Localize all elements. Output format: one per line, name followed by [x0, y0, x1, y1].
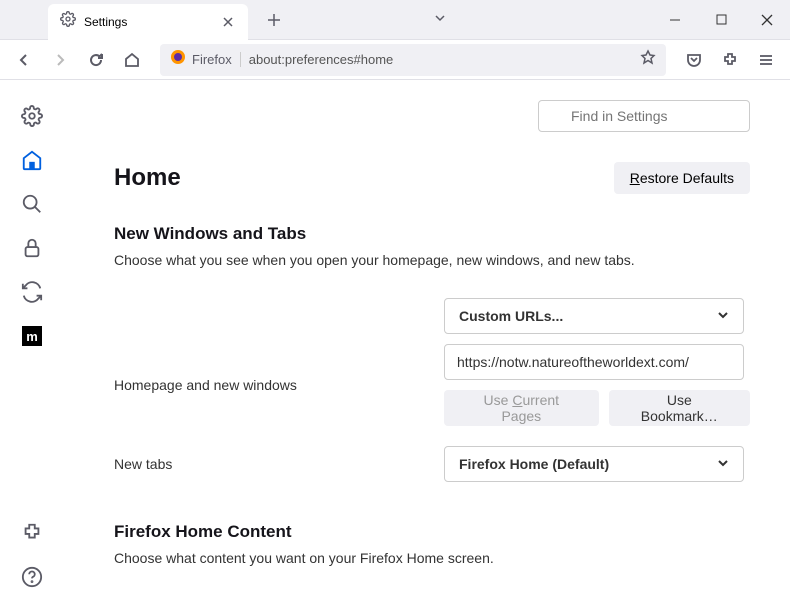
page-title: Home — [114, 164, 181, 192]
newtabs-label: New tabs — [114, 456, 444, 472]
menu-button[interactable] — [750, 44, 782, 76]
minimize-button[interactable] — [652, 0, 698, 40]
home-button[interactable] — [116, 44, 148, 76]
sidebar: m — [0, 80, 64, 597]
homepage-url-input[interactable] — [444, 344, 744, 380]
sidebar-sync[interactable] — [12, 272, 52, 312]
find-settings-wrap — [538, 100, 750, 132]
reload-button[interactable] — [80, 44, 112, 76]
find-settings-input[interactable] — [538, 100, 750, 132]
section-home-content-title: Firefox Home Content — [114, 522, 750, 542]
bookmark-star-icon[interactable] — [640, 49, 656, 70]
firefox-icon — [170, 49, 186, 70]
mozilla-icon: m — [22, 326, 42, 346]
sidebar-privacy[interactable] — [12, 228, 52, 268]
section-new-windows-desc: Choose what you see when you open your h… — [114, 252, 750, 268]
window-controls — [652, 0, 790, 40]
homepage-mode-dropdown[interactable]: Custom URLs... — [444, 298, 744, 334]
main-panel: Home Restore Defaults New Windows and Ta… — [64, 80, 790, 597]
section-new-windows-title: New Windows and Tabs — [114, 224, 750, 244]
sidebar-mozilla[interactable]: m — [12, 316, 52, 356]
dropdown-value: Firefox Home (Default) — [459, 456, 609, 472]
close-tab-icon[interactable] — [220, 14, 236, 30]
forward-button[interactable] — [44, 44, 76, 76]
section-home-content-desc: Choose what content you want on your Fir… — [114, 550, 750, 566]
sidebar-search[interactable] — [12, 184, 52, 224]
tab-title: Settings — [84, 15, 212, 29]
maximize-button[interactable] — [698, 0, 744, 40]
sidebar-extensions[interactable] — [12, 513, 52, 553]
back-button[interactable] — [8, 44, 40, 76]
chevron-down-icon — [717, 456, 729, 472]
url-text: about:preferences#home — [249, 52, 632, 67]
urlbar[interactable]: Firefox about:preferences#home — [160, 44, 666, 76]
use-bookmark-button[interactable]: Use Bookmark… — [609, 390, 750, 426]
extensions-button[interactable] — [714, 44, 746, 76]
new-tab-button[interactable] — [260, 6, 288, 34]
identity-label: Firefox — [192, 52, 241, 67]
sidebar-help[interactable] — [12, 557, 52, 597]
browser-tab[interactable]: Settings — [48, 4, 248, 40]
sidebar-home[interactable] — [12, 140, 52, 180]
newtabs-dropdown[interactable]: Firefox Home (Default) — [444, 446, 744, 482]
restore-defaults-button[interactable]: Restore Defaults — [614, 162, 750, 194]
homepage-label: Homepage and new windows — [114, 377, 444, 393]
chevron-down-icon — [717, 308, 729, 324]
sidebar-general[interactable] — [12, 96, 52, 136]
titlebar: Settings — [0, 0, 790, 40]
toolbar: Firefox about:preferences#home — [0, 40, 790, 80]
pocket-button[interactable] — [678, 44, 710, 76]
gear-icon — [60, 11, 76, 32]
use-current-pages-button[interactable]: Use Current Pages — [444, 390, 599, 426]
identity-box[interactable]: Firefox — [170, 49, 241, 70]
dropdown-value: Custom URLs... — [459, 308, 563, 324]
tabs-dropdown-icon[interactable] — [434, 11, 446, 29]
close-window-button[interactable] — [744, 0, 790, 40]
content-area: m Home Restore Defaults New Windows and … — [0, 80, 790, 597]
